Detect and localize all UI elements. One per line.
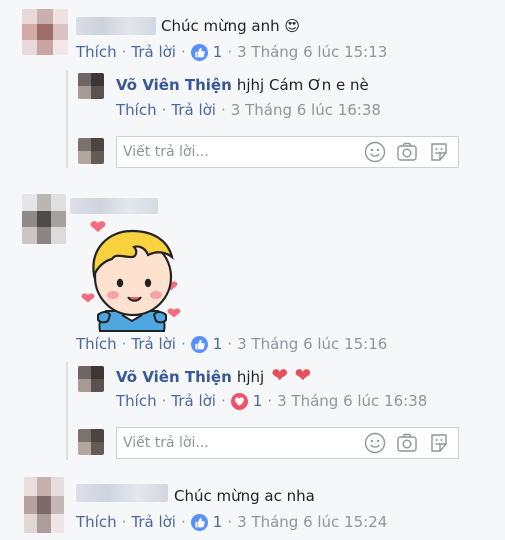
separator: · [180, 43, 186, 61]
reply-text: hjhj [236, 368, 265, 386]
reply-body: Võ Viên Thiện hjhj ❤ ❤ [116, 365, 311, 387]
reply-link[interactable]: Trả lời [131, 42, 176, 62]
commenter-name-blurred[interactable] [70, 198, 158, 214]
reaction-count[interactable]: 1 [213, 42, 223, 62]
thread-line [66, 70, 68, 168]
camera-icon[interactable] [394, 430, 420, 456]
red-hearts-emoji: ❤ ❤ [271, 363, 312, 387]
comment-actions: Thích · Trả lời · 1 · 3 Tháng 6 lúc 15:1… [76, 334, 387, 354]
reply-actions: Thích · Trả lời · 3 Tháng 6 lúc 16:38 [116, 100, 381, 120]
timestamp[interactable]: 3 Tháng 6 lúc 15:13 [237, 42, 387, 62]
emoji-icon[interactable] [362, 139, 388, 165]
commenter-avatar[interactable] [22, 194, 66, 244]
reply-author-avatar[interactable] [78, 73, 104, 99]
reply-author-name[interactable]: Võ Viên Thiện [116, 368, 232, 386]
timestamp[interactable]: 3 Tháng 6 lúc 15:16 [237, 334, 387, 354]
reply-input[interactable] [123, 144, 362, 160]
separator: · [180, 335, 186, 353]
reaction-count[interactable]: 1 [213, 334, 223, 354]
reply-body: Võ Viên Thiện hjhj Cám Ơn e nè [116, 75, 369, 95]
comment-text: Chúc mừng anh 😍 [161, 17, 301, 35]
reply-input[interactable] [123, 435, 362, 451]
commenter-name-blurred[interactable] [76, 17, 156, 35]
commenter-avatar[interactable] [24, 477, 64, 533]
reply-link[interactable]: Trả lời [171, 391, 216, 411]
like-icon[interactable] [190, 513, 208, 531]
timestamp[interactable]: 3 Tháng 6 lúc 16:38 [277, 391, 427, 411]
sticker-icon[interactable] [426, 139, 452, 165]
like-link[interactable]: Thích [76, 334, 117, 354]
reply-text: hjhj Cám Ơn e nè [236, 76, 369, 94]
like-icon[interactable] [190, 43, 208, 61]
like-link[interactable]: Thích [116, 100, 157, 120]
separator: · [227, 513, 233, 531]
separator: · [161, 101, 167, 119]
reaction-count[interactable]: 1 [253, 391, 263, 411]
separator: · [227, 43, 233, 61]
separator: · [227, 335, 233, 353]
like-icon[interactable] [190, 335, 208, 353]
like-link[interactable]: Thích [116, 391, 157, 411]
boy-with-hearts-sticker[interactable] [76, 215, 188, 333]
separator: · [121, 43, 127, 61]
reply-author-name[interactable]: Võ Viên Thiện [116, 76, 232, 94]
timestamp[interactable]: 3 Tháng 6 lúc 15:24 [237, 512, 387, 532]
separator: · [121, 335, 127, 353]
timestamp[interactable]: 3 Tháng 6 lúc 16:38 [231, 100, 381, 120]
thread-line [66, 362, 68, 460]
reply-actions: Thích · Trả lời · 1 · 3 Tháng 6 lúc 16:3… [116, 391, 427, 411]
like-link[interactable]: Thích [76, 512, 117, 532]
commenter-avatar[interactable] [22, 9, 68, 55]
like-link[interactable]: Thích [76, 42, 117, 62]
reply-author-avatar[interactable] [78, 366, 104, 392]
separator: · [220, 101, 226, 119]
reply-link[interactable]: Trả lời [131, 512, 176, 532]
separator: · [121, 513, 127, 531]
emoji-icon[interactable] [362, 430, 388, 456]
reply-link[interactable]: Trả lời [171, 100, 216, 120]
love-icon[interactable] [230, 392, 248, 410]
comment-actions: Thích · Trả lời · 1 · 3 Tháng 6 lúc 15:1… [76, 42, 387, 62]
separator: · [161, 392, 167, 410]
reaction-count[interactable]: 1 [213, 512, 223, 532]
camera-icon[interactable] [394, 139, 420, 165]
comment-actions: Thích · Trả lời · 1 · 3 Tháng 6 lúc 15:2… [76, 512, 387, 532]
my-avatar [78, 138, 104, 164]
sticker-icon[interactable] [426, 430, 452, 456]
separator: · [267, 392, 273, 410]
reply-box [116, 136, 459, 168]
reply-link[interactable]: Trả lời [131, 334, 176, 354]
heart-eyes-emoji: 😍 [284, 17, 301, 35]
separator: · [180, 513, 186, 531]
commenter-name-blurred[interactable] [76, 484, 168, 502]
reply-box [116, 427, 459, 459]
separator: · [220, 392, 226, 410]
comment-text: Chúc mừng ac nha [174, 487, 315, 505]
my-avatar [78, 429, 104, 455]
